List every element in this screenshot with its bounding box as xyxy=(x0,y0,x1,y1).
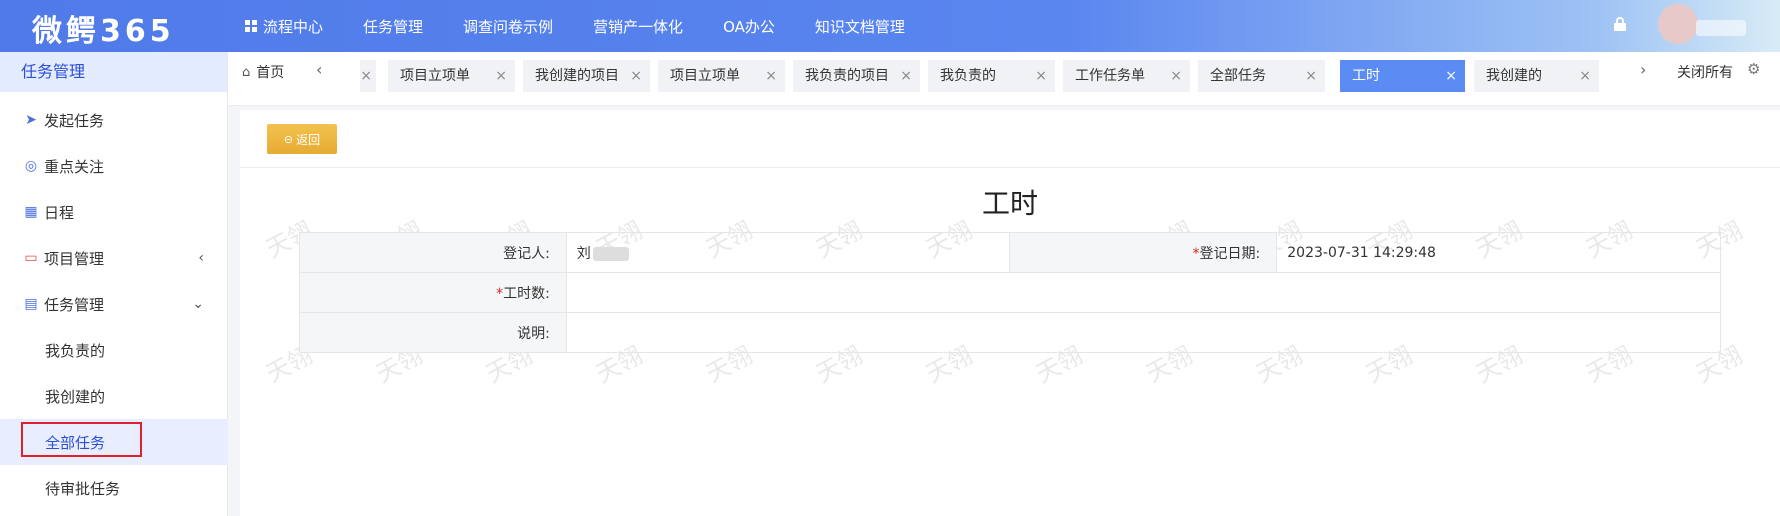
close-icon[interactable]: × xyxy=(1445,60,1457,92)
main-content: ⊝ 返回 天翎 天翎 天翎 天翎 天翎 天翎 天翎 天翎 天翎 天翎 天翎 天翎… xyxy=(228,106,1780,516)
tab-home[interactable]: ⌂ 首页 xyxy=(242,62,284,82)
tabs-scroll-right-icon[interactable]: › xyxy=(1640,60,1646,79)
form-toolbar: ⊝ 返回 xyxy=(240,110,1780,168)
tab-item[interactable]: 工作任务单 × xyxy=(1063,60,1190,92)
app-logo[interactable]: 微鳄365 xyxy=(32,6,175,50)
send-icon: ➤ xyxy=(25,112,37,128)
close-icon[interactable]: × xyxy=(1305,60,1317,92)
date-label: *登记日期: xyxy=(1009,232,1278,273)
sidebar-title: 任务管理 xyxy=(0,52,227,92)
tab-item-active[interactable]: 工时 × xyxy=(1340,60,1465,92)
topnav-item-oa[interactable]: OA办公 xyxy=(723,16,775,37)
form-row: 登记人: 刘 *登记日期: 2023-07-31 14:29:48 xyxy=(299,232,1721,273)
gear-icon[interactable]: ⚙ xyxy=(1747,60,1760,78)
close-all-tabs-button[interactable]: 关闭所有 xyxy=(1677,62,1733,82)
close-icon[interactable]: × xyxy=(1579,60,1591,92)
sidebar-item-label: 发起任务 xyxy=(44,111,105,130)
tab-partial[interactable]: × xyxy=(360,60,376,92)
sidebar-item-task-management[interactable]: ▤ 任务管理 ⌄ xyxy=(0,281,228,327)
topnav-item-knowledge-docs[interactable]: 知识文档管理 xyxy=(815,16,905,37)
form-panel: ⊝ 返回 天翎 天翎 天翎 天翎 天翎 天翎 天翎 天翎 天翎 天翎 天翎 天翎… xyxy=(240,110,1780,516)
tab-item[interactable]: 我创建的项目 × xyxy=(523,60,650,92)
tab-label: 工作任务单 xyxy=(1075,68,1145,84)
hours-label-text: 工时数: xyxy=(503,285,550,302)
close-icon[interactable]: × xyxy=(900,60,912,92)
close-icon[interactable]: × xyxy=(495,60,507,92)
sidebar-item-label: 任务管理 xyxy=(44,295,105,314)
sidebar-subitem-my-responsible[interactable]: 我负责的 xyxy=(0,327,228,373)
sidebar-item-key-focus[interactable]: ◎ 重点关注 xyxy=(0,143,228,189)
tab-label: 全部任务 xyxy=(1210,68,1266,84)
registrant-name-blurred xyxy=(592,246,629,261)
sidebar-item-label: 项目管理 xyxy=(44,249,105,268)
tab-item[interactable]: 我负责的 × xyxy=(928,60,1055,92)
target-icon: ◎ xyxy=(24,158,38,174)
user-name-blurred[interactable] xyxy=(1696,20,1746,36)
tab-label: 项目立项单 xyxy=(670,68,740,84)
monitor-icon: ▭ xyxy=(24,250,38,266)
close-icon[interactable]: × xyxy=(765,60,777,92)
sidebar-subitem-pending-approval[interactable]: 待审批任务 xyxy=(0,465,228,511)
tab-label: 我创建的 xyxy=(1486,68,1542,84)
chevron-down-icon: ⌄ xyxy=(192,296,204,312)
back-circle-icon: ⊝ xyxy=(283,133,294,146)
tab-item[interactable]: 项目立项单 × xyxy=(388,60,515,92)
calendar-icon: ▦ xyxy=(24,204,38,220)
tab-item[interactable]: 全部任务 × xyxy=(1198,60,1325,92)
sidebar-item-project-management[interactable]: ▭ 项目管理 ‹ xyxy=(0,235,228,281)
sidebar-subitem-all-tasks[interactable]: 全部任务 xyxy=(0,419,228,465)
topnav-item-task-management[interactable]: 任务管理 xyxy=(363,16,423,37)
lock-icon[interactable] xyxy=(1614,17,1626,31)
registrant-label: 登记人: xyxy=(299,232,567,273)
tab-label: 我负责的 xyxy=(940,68,996,84)
close-icon[interactable]: × xyxy=(360,60,372,92)
sidebar-item-schedule[interactable]: ▦ 日程 xyxy=(0,189,228,235)
hours-field[interactable] xyxy=(565,272,1722,313)
topnav-item-marketing[interactable]: 营销产一体化 xyxy=(593,16,683,37)
hours-label: *工时数: xyxy=(299,272,567,313)
tab-label: 我创建的项目 xyxy=(535,68,619,84)
grid-icon xyxy=(245,20,257,32)
registrant-value: 刘 xyxy=(565,232,1011,273)
close-icon[interactable]: × xyxy=(630,60,642,92)
home-icon: ⌂ xyxy=(242,64,251,80)
date-label-text: 登记日期: xyxy=(1199,245,1261,262)
description-field[interactable] xyxy=(565,312,1722,353)
topnav-item-process-center[interactable]: 流程中心 xyxy=(245,16,323,37)
back-button-label: 返回 xyxy=(296,132,321,147)
description-label: 说明: xyxy=(299,312,567,353)
date-value: 2023-07-31 14:29:48 xyxy=(1276,232,1721,273)
tab-item[interactable]: 我负责的项目 × xyxy=(793,60,920,92)
topnav-item-survey-example[interactable]: 调查问卷示例 xyxy=(463,16,553,37)
close-icon[interactable]: × xyxy=(1170,60,1182,92)
chevron-left-icon: ‹ xyxy=(198,250,204,266)
form-row: *工时数: xyxy=(299,272,1722,313)
form-title: 工时 xyxy=(981,187,1038,220)
top-bar: 微鳄365 流程中心 任务管理 调查问卷示例 营销产一体化 OA办公 知识文档管… xyxy=(0,0,1780,52)
topnav-label: 流程中心 xyxy=(263,17,324,36)
sidebar: 任务管理 ➤ 发起任务 ◎ 重点关注 ▦ 日程 ▭ 项目管理 ‹ ▤ 任务管理 … xyxy=(0,52,228,516)
sidebar-item-label: 日程 xyxy=(44,203,75,222)
top-nav: 流程中心 任务管理 调查问卷示例 营销产一体化 OA办公 知识文档管理 xyxy=(245,0,945,52)
avatar[interactable] xyxy=(1658,4,1698,44)
tabs-scroll-left-icon[interactable]: ‹ xyxy=(316,60,322,79)
work-hours-form: 登记人: 刘 *登记日期: 2023-07-31 14:29:48 *工时数: … xyxy=(299,232,1722,353)
registrant-name: 刘 xyxy=(576,245,591,262)
tabs-bar: ⌂ 首页 ‹ × 项目立项单 × 我创建的项目 × 项目立项单 × 我负责的项目 × 我… xyxy=(228,52,1780,106)
sidebar-item-label: 重点关注 xyxy=(44,157,105,176)
back-button[interactable]: ⊝ 返回 xyxy=(267,124,337,154)
tab-label: 项目立项单 xyxy=(400,68,470,84)
sidebar-item-start-task[interactable]: ➤ 发起任务 xyxy=(0,97,228,143)
tab-item[interactable]: 我创建的 × xyxy=(1474,60,1599,92)
task-icon: ▤ xyxy=(24,296,38,312)
required-mark: * xyxy=(1192,245,1200,262)
tab-item[interactable]: 项目立项单 × xyxy=(658,60,785,92)
form-row: 说明: xyxy=(299,312,1722,353)
tab-home-label: 首页 xyxy=(256,65,285,81)
sidebar-subitem-my-created[interactable]: 我创建的 xyxy=(0,373,228,419)
close-icon[interactable]: × xyxy=(1035,60,1047,92)
tab-label: 我负责的项目 xyxy=(805,68,889,84)
tab-label: 工时 xyxy=(1352,68,1380,84)
